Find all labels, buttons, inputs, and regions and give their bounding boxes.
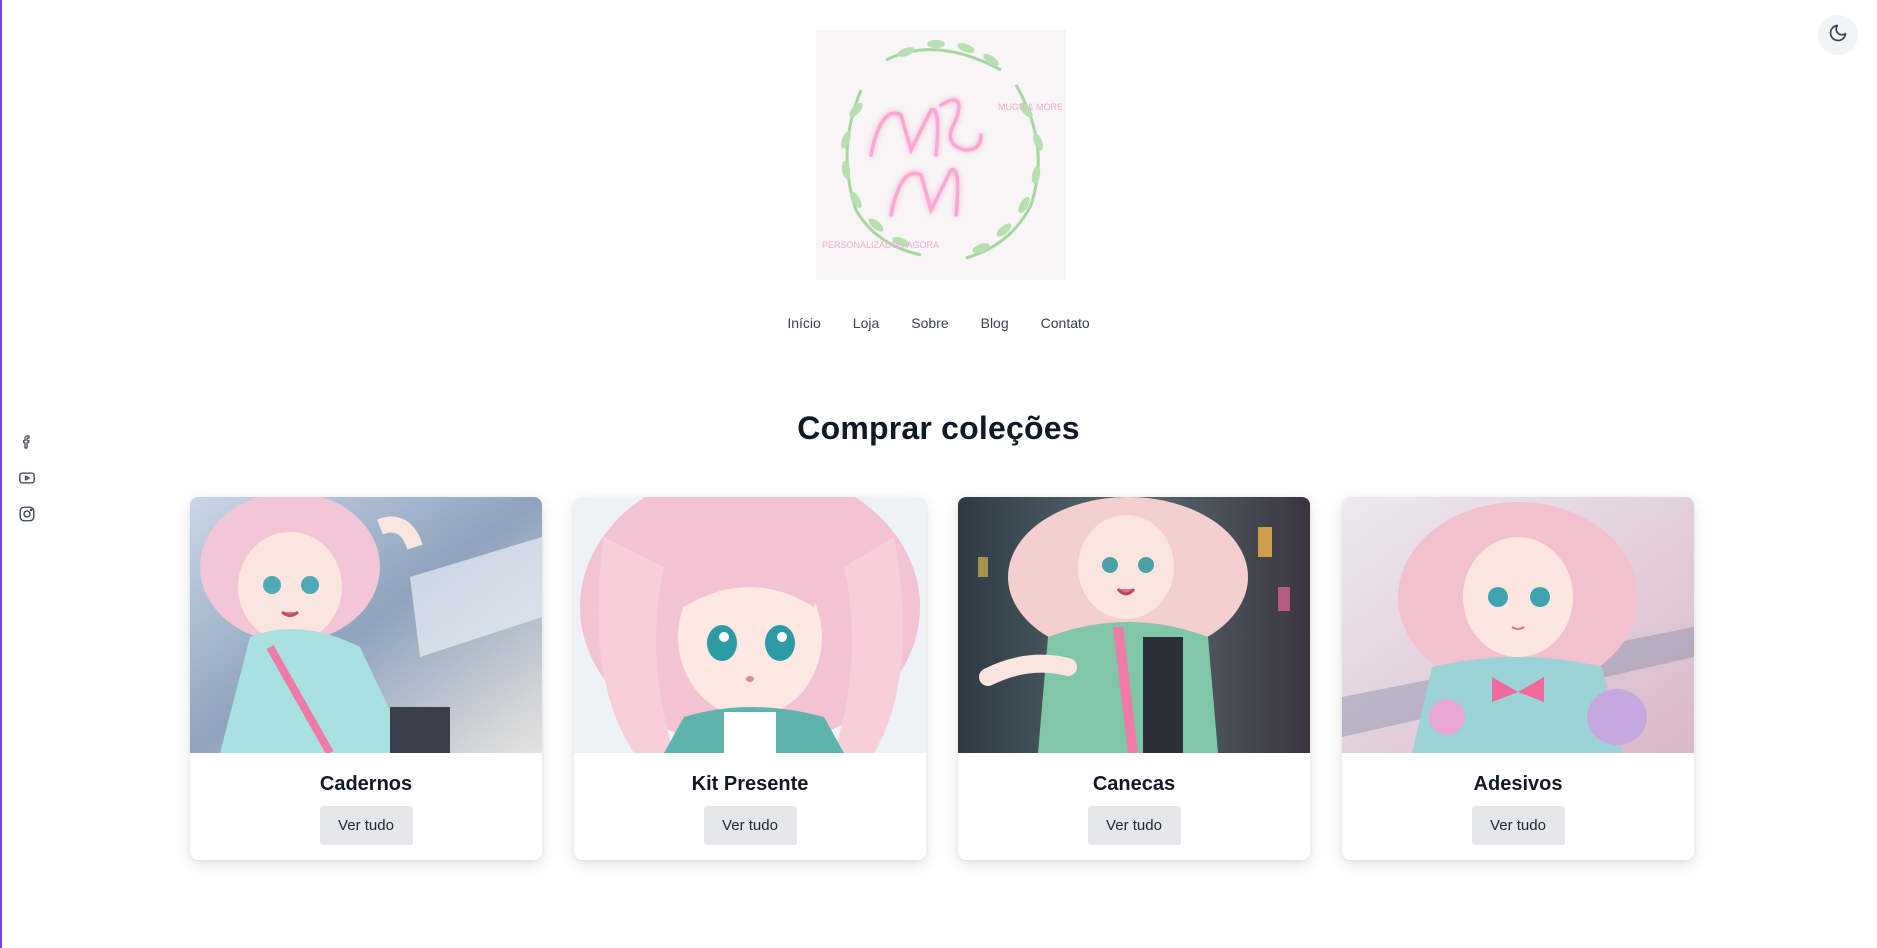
collection-title: Kit Presente — [691, 773, 809, 795]
view-all-button[interactable]: Ver tudo — [1471, 806, 1565, 845]
collection-image[interactable] — [958, 497, 1310, 753]
instagram-icon[interactable] — [17, 504, 37, 524]
collection-image[interactable] — [190, 497, 542, 753]
nav-item-blog[interactable]: Blog — [965, 311, 1025, 335]
nav-item-contato[interactable]: Contato — [1025, 311, 1106, 335]
main-nav: Início Loja Sobre Blog Contato — [0, 311, 1877, 335]
collection-image[interactable] — [574, 497, 926, 753]
view-all-button[interactable]: Ver tudo — [703, 806, 797, 845]
theme-toggle-button[interactable] — [1818, 15, 1858, 55]
nav-item-sobre[interactable]: Sobre — [895, 311, 964, 335]
youtube-icon[interactable] — [17, 468, 37, 488]
moon-icon — [1828, 23, 1848, 48]
collection-title: Cadernos — [319, 773, 413, 795]
collection-card-cadernos[interactable]: Cadernos Ver tudo — [190, 497, 542, 860]
nav-item-inicio[interactable]: Início — [771, 311, 836, 335]
collection-image[interactable] — [1342, 497, 1694, 753]
logo-bottom-text: PERSONALIZADOS AGORA — [822, 240, 939, 250]
view-all-button[interactable]: Ver tudo — [1087, 806, 1181, 845]
collection-cards: Cadernos Ver tudo Kit Presente Ver tudo — [190, 497, 1694, 860]
left-edge-accent — [0, 0, 2, 948]
collection-card-kit-presente[interactable]: Kit Presente Ver tudo — [574, 497, 926, 860]
collection-card-adesivos[interactable]: Adesivos Ver tudo — [1342, 497, 1694, 860]
view-all-button[interactable]: Ver tudo — [319, 806, 413, 845]
section-title: Comprar coleções — [797, 410, 1080, 446]
collection-card-canecas[interactable]: Canecas Ver tudo — [958, 497, 1310, 860]
nav-item-loja[interactable]: Loja — [837, 311, 895, 335]
logo-small-text: MUGS & MORE — [998, 102, 1063, 112]
collection-title: Canecas — [1092, 773, 1176, 795]
collection-title: Adesivos — [1473, 773, 1563, 795]
brand-logo[interactable]: MUGS & MORE PERSONALIZADOS AGORA — [816, 30, 1066, 280]
